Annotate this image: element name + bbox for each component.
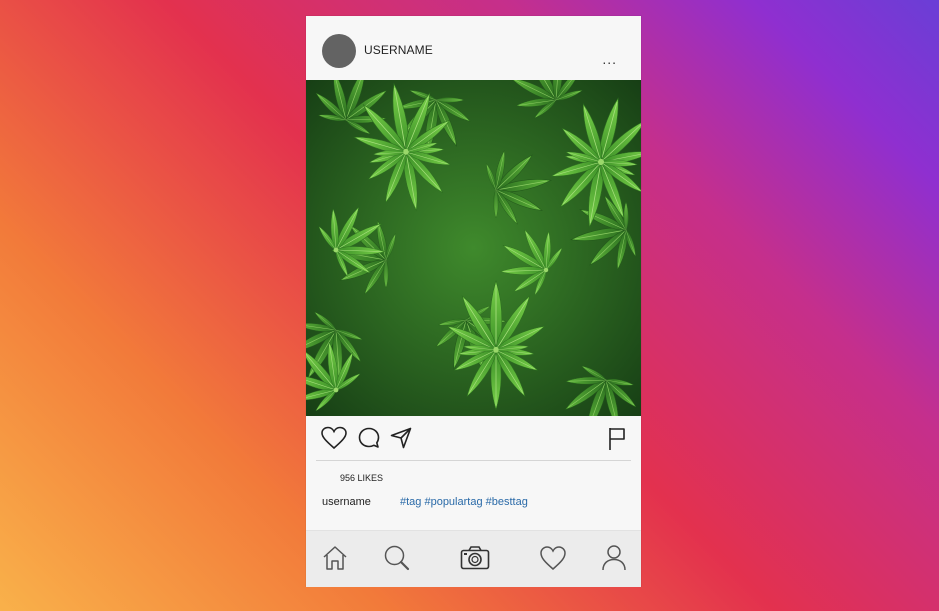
more-options-icon[interactable]: ... <box>602 52 617 66</box>
post-actions <box>306 416 641 462</box>
comment-icon[interactable] <box>357 426 381 450</box>
bottom-tab-bar <box>306 530 641 587</box>
activity-heart-icon[interactable] <box>538 544 568 572</box>
cannabis-leaves-image <box>306 80 641 416</box>
post-username[interactable]: USERNAME <box>364 43 433 57</box>
post-photo[interactable] <box>306 80 641 416</box>
likes-count[interactable]: 956 LIKES <box>340 473 383 483</box>
caption-hashtags[interactable]: #tag #populartag #besttag <box>400 496 528 508</box>
avatar[interactable] <box>322 34 356 68</box>
camera-icon[interactable] <box>459 543 491 573</box>
flag-icon[interactable] <box>606 426 628 452</box>
post-card: USERNAME ... 956 LIKES username #tag #po… <box>306 16 641 587</box>
divider <box>316 460 631 461</box>
profile-icon[interactable] <box>600 543 628 573</box>
heart-icon[interactable] <box>320 426 348 450</box>
share-icon[interactable] <box>389 426 413 450</box>
search-icon[interactable] <box>382 543 412 573</box>
caption-username[interactable]: username <box>322 496 371 508</box>
home-icon[interactable] <box>320 543 350 573</box>
post-header: USERNAME ... <box>306 16 641 80</box>
